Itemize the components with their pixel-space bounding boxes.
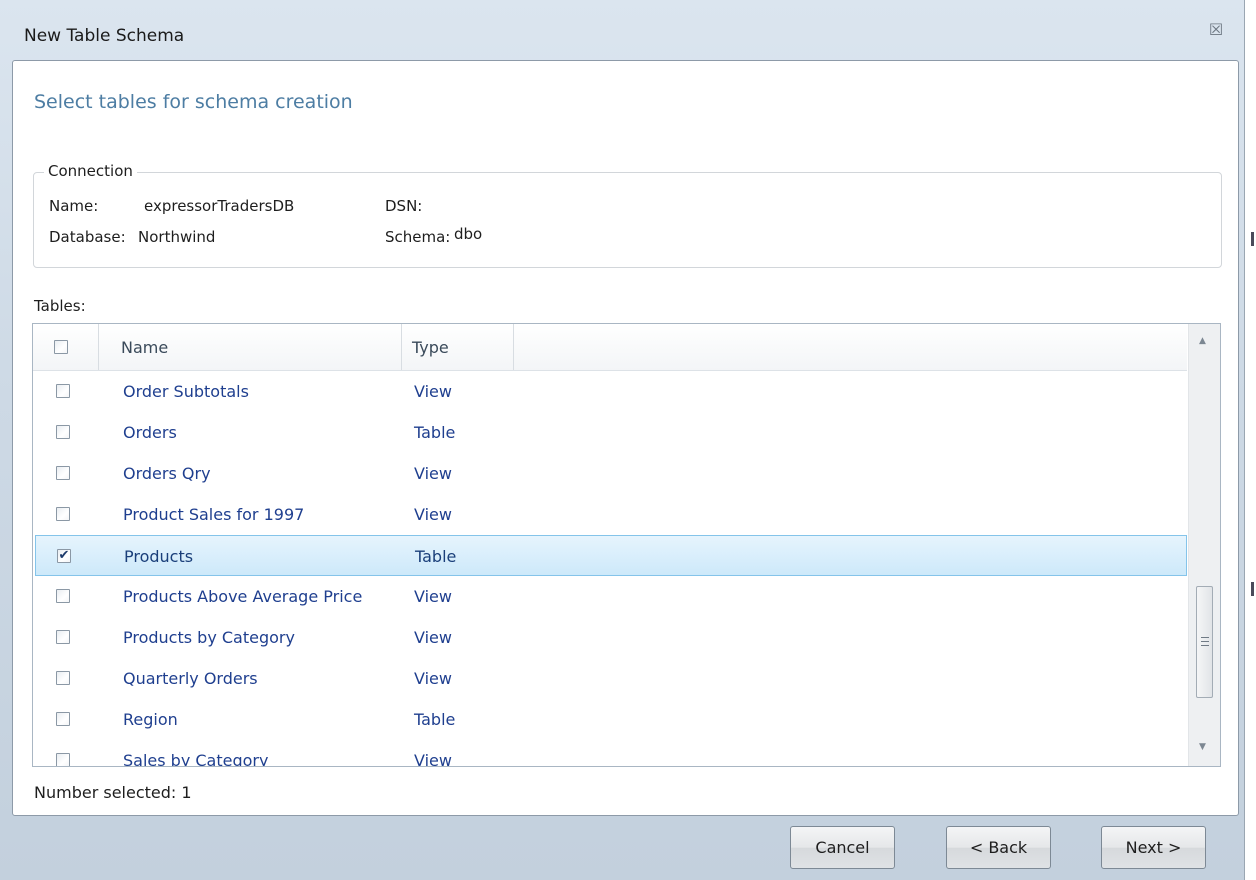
row-checkbox[interactable] xyxy=(56,671,70,685)
table-row[interactable]: Orders Table xyxy=(35,412,1187,453)
grip-line xyxy=(1201,645,1209,646)
row-type: Table xyxy=(414,710,456,729)
row-type: View xyxy=(414,628,452,647)
row-name: Orders Qry xyxy=(123,464,211,483)
table-row[interactable]: Orders Qry View xyxy=(35,453,1187,494)
scroll-up-icon[interactable]: ▲ xyxy=(1199,336,1206,346)
row-type: View xyxy=(414,382,452,401)
row-type: View xyxy=(414,505,452,524)
name-value: expressorTradersDB xyxy=(144,197,295,215)
row-type: View xyxy=(414,587,452,606)
name-label: Name: xyxy=(49,197,99,215)
table-row[interactable]: Products by Category View xyxy=(35,617,1187,658)
row-name: Region xyxy=(123,710,178,729)
row-name: Products Above Average Price xyxy=(123,587,363,606)
row-checkbox[interactable] xyxy=(56,466,70,480)
title-bar: New Table Schema ☒ xyxy=(0,0,1244,60)
table-row[interactable]: Quarterly Orders View xyxy=(35,658,1187,699)
database-label: Database: xyxy=(49,228,126,246)
window-title: New Table Schema xyxy=(24,26,185,46)
connection-group: Connection Name: expressorTradersDB DSN:… xyxy=(33,162,1222,268)
row-checkbox[interactable] xyxy=(56,630,70,644)
next-button[interactable]: Next > xyxy=(1101,826,1206,869)
row-checkbox-checked[interactable]: ✔ xyxy=(57,549,71,563)
table-row-selected[interactable]: ✔ Products Table xyxy=(35,535,1187,576)
scrollbar-thumb[interactable] xyxy=(1196,586,1213,698)
grip-line xyxy=(1201,641,1209,642)
row-checkbox[interactable] xyxy=(56,507,70,521)
row-checkbox[interactable] xyxy=(56,384,70,398)
header-separator xyxy=(513,324,514,370)
row-type: View xyxy=(414,669,452,688)
select-all-checkbox[interactable] xyxy=(54,340,68,354)
edge-mark xyxy=(1251,232,1254,246)
dsn-label: DSN: xyxy=(385,197,423,215)
scroll-down-icon[interactable]: ▼ xyxy=(1199,742,1206,752)
content-panel: Select tables for schema creation Connec… xyxy=(12,60,1239,816)
page-heading: Select tables for schema creation xyxy=(34,91,353,113)
database-value: Northwind xyxy=(138,228,216,246)
checkmark-icon: ✔ xyxy=(58,548,70,563)
grip-line xyxy=(1201,637,1209,638)
column-header-type[interactable]: Type xyxy=(412,338,449,357)
tables-label: Tables: xyxy=(34,297,86,315)
table-row[interactable]: Order Subtotals View xyxy=(35,371,1187,412)
close-icon[interactable]: ☒ xyxy=(1206,20,1226,40)
row-checkbox[interactable] xyxy=(56,425,70,439)
row-name: Products by Category xyxy=(123,628,295,647)
row-name: Product Sales for 1997 xyxy=(123,505,305,524)
back-button[interactable]: < Back xyxy=(946,826,1051,869)
row-type: Table xyxy=(414,423,456,442)
vertical-scrollbar[interactable]: ▲ ▼ xyxy=(1188,324,1220,766)
schema-label: Schema: xyxy=(385,228,451,246)
header-separator xyxy=(98,324,99,370)
row-checkbox[interactable] xyxy=(56,712,70,726)
connection-legend: Connection xyxy=(44,162,137,180)
table-row[interactable]: Products Above Average Price View xyxy=(35,576,1187,617)
header-separator xyxy=(401,324,402,370)
tables-grid: Name Type Order Subtotals View Orders Ta… xyxy=(32,323,1221,767)
table-row[interactable]: Product Sales for 1997 View xyxy=(35,494,1187,535)
row-name: Products xyxy=(124,547,194,566)
background-window-edge xyxy=(1244,0,1256,880)
row-type: View xyxy=(414,751,452,767)
table-row[interactable]: Sales by Category View xyxy=(35,740,1187,767)
schema-value: dbo xyxy=(454,225,483,243)
row-name: Order Subtotals xyxy=(123,382,249,401)
column-header-name[interactable]: Name xyxy=(121,338,168,357)
row-checkbox[interactable] xyxy=(56,753,70,766)
row-type: Table xyxy=(415,547,457,566)
row-name: Quarterly Orders xyxy=(123,669,258,688)
row-name: Sales by Category xyxy=(123,751,269,767)
grid-header: Name Type xyxy=(33,324,1187,371)
number-selected: Number selected: 1 xyxy=(34,783,192,802)
dialog-window: New Table Schema ☒ Select tables for sch… xyxy=(0,0,1244,880)
cancel-button[interactable]: Cancel xyxy=(790,826,895,869)
row-name: Orders xyxy=(123,423,177,442)
table-row[interactable]: Region Table xyxy=(35,699,1187,740)
edge-mark xyxy=(1251,582,1254,596)
row-checkbox[interactable] xyxy=(56,589,70,603)
row-type: View xyxy=(414,464,452,483)
